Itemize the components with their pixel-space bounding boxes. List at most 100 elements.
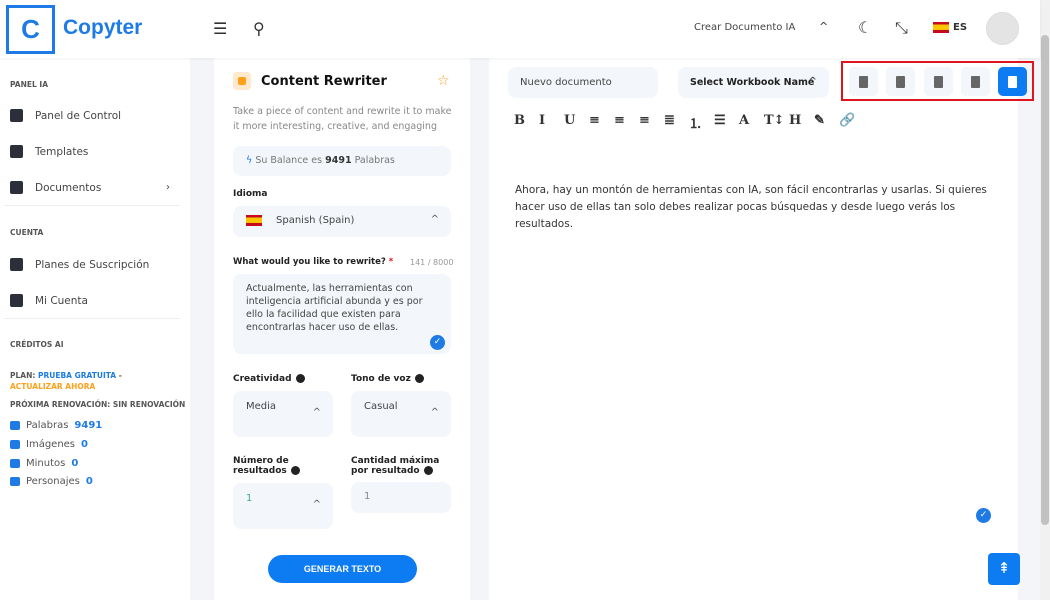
lightning-icon: ϟ [246,155,253,166]
dashboard-icon [10,109,23,122]
generate-button[interactable]: GENERAR TEXTO [268,555,417,583]
renewal-info: PRÓXIMA RENOVACIÓN: SIN RENOVACIÓN [10,400,186,409]
export-txt-button[interactable] [924,67,953,96]
chevron-up-icon: ^ [312,407,321,418]
justify-icon[interactable]: ≣ [664,113,675,128]
chevron-up-icon: ^ [430,214,439,225]
chevron-up-icon[interactable]: ^ [819,20,828,33]
save-button[interactable] [998,67,1027,96]
balance-suffix: Palabras [351,155,395,166]
results-label-text: Número de resultados [233,456,289,476]
document-name-input[interactable]: Nuevo documento [508,67,658,98]
language-value: Spanish (Spain) [276,215,355,226]
export-pdf-button[interactable] [886,67,915,96]
text-label-text: What would you like to rewrite? [233,257,386,267]
language-selector[interactable]: ES [933,22,967,33]
export-word-button[interactable] [849,67,878,96]
align-right-icon[interactable]: ≡ [639,113,650,128]
creativity-label: Creatividad [233,374,305,384]
nav-label: Mi Cuenta [35,294,88,307]
create-document-dropdown[interactable]: Crear Documento IA [694,22,795,33]
ordered-list-icon[interactable]: ⒈ [689,113,702,132]
dark-mode-icon[interactable]: ☾ [858,18,872,37]
subscription-icon [10,258,23,271]
credit-value: 9491 [74,420,103,431]
text-label: What would you like to rewrite? * [233,257,393,267]
logo[interactable]: C [6,5,55,54]
sidebar-item-documentos[interactable]: Documentos › [10,181,170,194]
top-header: C Copyter ☰ ⚲ Crear Documento IA ^ ☾ ⤡ E… [0,0,1040,58]
credit-label: Personajes [26,476,80,487]
editor-card [489,58,1018,600]
audio-icon [10,459,20,468]
credit-imagenes: Imágenes 0 [10,439,88,450]
copy-button[interactable] [961,67,990,96]
tone-select[interactable]: Casual ^ [351,391,451,437]
editor-content[interactable]: Ahora, hay un montón de herramientas con… [515,182,990,233]
sidebar-item-templates[interactable]: Templates [10,145,170,158]
credit-label: Palabras [26,420,69,431]
creativity-select[interactable]: Media ^ [233,391,333,437]
brush-icon[interactable]: ✎ [814,113,825,128]
rewrite-textarea[interactable]: Actualmente, las herramientas con inteli… [233,274,451,354]
grammar-check-icon[interactable]: ✓ [976,508,991,523]
save-icon [1008,75,1017,88]
tone-label-text: Tono de voz [351,374,411,384]
link-icon[interactable]: 🔗 [839,113,855,128]
tone-value: Casual [364,401,398,412]
bold-icon[interactable]: B [514,113,525,128]
grammar-check-icon[interactable]: ✓ [430,335,445,350]
sidebar-item-mi-cuenta[interactable]: Mi Cuenta [10,294,170,307]
export-pdf-icon [896,75,905,88]
info-icon [414,374,424,383]
creativity-label-text: Creatividad [233,374,292,384]
align-center-icon[interactable]: ≡ [614,113,625,128]
bullet-list-icon[interactable]: ☰ [714,113,726,128]
plan-name: PRUEBA GRATUITA [37,371,117,380]
credit-personajes: Personajes 0 [10,476,93,487]
plan-sep: - [116,371,122,380]
divider [4,318,180,319]
balance-value: 9491 [325,155,352,166]
ai-chip-icon [10,145,23,158]
workbook-value: Select Workbook Name [690,77,815,88]
underline-icon[interactable]: U [564,113,575,128]
italic-icon[interactable]: I [539,113,545,128]
section-panel: PANEL IA [10,80,48,89]
character-icon [10,477,20,486]
credit-value: 0 [71,458,79,469]
max-input[interactable]: 1 [351,482,451,513]
sidebar-item-panel-control[interactable]: Panel de Control [10,109,170,122]
font-color-icon[interactable]: A [739,113,749,128]
max-label: Cantidad máxima por resultado [351,456,456,476]
font-size-icon[interactable]: T↕ [764,113,785,128]
scrollbar[interactable] [1040,0,1050,600]
avatar[interactable] [986,12,1019,45]
language-select[interactable]: Spanish (Spain) ^ [233,206,451,237]
section-creditos: CRÉDITOS AI [10,340,64,349]
search-icon[interactable]: ⚲ [253,19,265,38]
chevron-right-icon: › [166,182,170,193]
language-code: ES [953,22,968,33]
heading-icon[interactable]: H [789,113,801,128]
tone-label: Tono de voz [351,374,424,384]
template-icon [233,72,251,90]
results-select[interactable]: 1 ^ [233,483,333,529]
image-icon [10,440,20,449]
favorite-star-icon[interactable]: ☆ [437,73,450,89]
upgrade-link[interactable]: ACTUALIZAR AHORA [10,382,95,391]
section-cuenta: CUENTA [10,228,44,237]
chevron-up-icon: ^ [312,499,321,510]
nav-label: Templates [35,145,89,158]
chat-icon [10,421,20,430]
menu-toggle-icon[interactable]: ☰ [213,19,227,38]
workbook-select[interactable]: Select Workbook Name ^ [678,67,829,98]
sidebar-item-planes[interactable]: Planes de Suscripción [10,258,170,271]
nav-label: Planes de Suscripción [35,258,150,271]
sidebar: PANEL IA Panel de Control Templates Docu… [0,58,190,600]
scroll-to-top-button[interactable]: ⇞ [988,553,1020,585]
align-left-icon[interactable]: ≡ [589,113,600,128]
info-icon [423,466,433,475]
brand-name[interactable]: Copyter [63,16,142,40]
fullscreen-exit-icon[interactable]: ⤡ [895,18,908,38]
